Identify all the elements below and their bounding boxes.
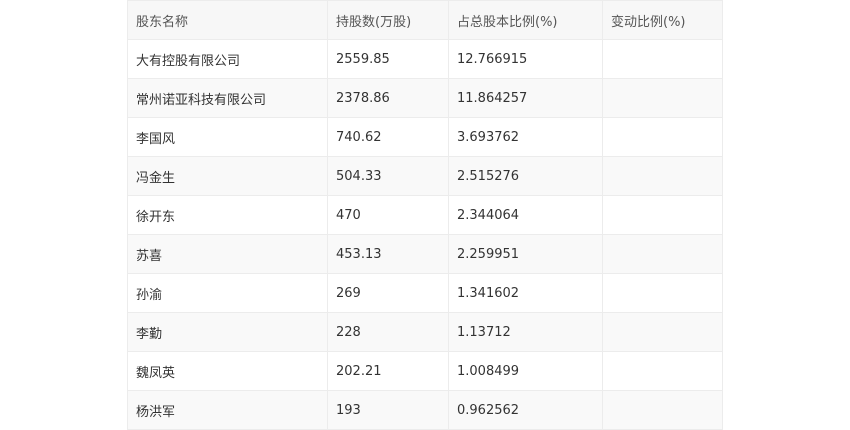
cell-shareholder-name: 李国风	[127, 117, 328, 157]
table-row: 李国风 740.62 3.693762	[127, 117, 723, 157]
cell-share-ratio: 3.693762	[448, 117, 603, 157]
cell-share-ratio: 1.341602	[448, 273, 603, 313]
table-row: 杨洪军 193 0.962562	[127, 390, 723, 430]
cell-shares-held: 2378.86	[327, 78, 449, 118]
cell-shares-held: 470	[327, 195, 449, 235]
cell-change-ratio	[602, 195, 723, 235]
cell-change-ratio	[602, 234, 723, 274]
header-shareholder-name: 股东名称	[127, 0, 328, 40]
cell-shareholder-name: 大有控股有限公司	[127, 39, 328, 79]
table-row: 魏凤英 202.21 1.008499	[127, 351, 723, 391]
cell-share-ratio: 0.962562	[448, 390, 603, 430]
cell-change-ratio	[602, 312, 723, 352]
cell-shares-held: 193	[327, 390, 449, 430]
cell-shareholder-name: 徐开东	[127, 195, 328, 235]
cell-share-ratio: 12.766915	[448, 39, 603, 79]
cell-shares-held: 202.21	[327, 351, 449, 391]
table-row: 常州诺亚科技有限公司 2378.86 11.864257	[127, 78, 723, 118]
cell-shareholder-name: 常州诺亚科技有限公司	[127, 78, 328, 118]
cell-change-ratio	[602, 351, 723, 391]
table-header-row: 股东名称 持股数(万股) 占总股本比例(%) 变动比例(%)	[127, 0, 723, 40]
cell-change-ratio	[602, 156, 723, 196]
cell-shareholder-name: 魏凤英	[127, 351, 328, 391]
table-row: 冯金生 504.33 2.515276	[127, 156, 723, 196]
cell-shares-held: 228	[327, 312, 449, 352]
cell-shareholder-name: 冯金生	[127, 156, 328, 196]
cell-shares-held: 740.62	[327, 117, 449, 157]
cell-change-ratio	[602, 390, 723, 430]
cell-share-ratio: 2.344064	[448, 195, 603, 235]
header-shares-held: 持股数(万股)	[327, 0, 449, 40]
cell-share-ratio: 2.259951	[448, 234, 603, 274]
cell-share-ratio: 2.515276	[448, 156, 603, 196]
cell-change-ratio	[602, 273, 723, 313]
cell-shares-held: 2559.85	[327, 39, 449, 79]
header-share-ratio: 占总股本比例(%)	[448, 0, 603, 40]
cell-change-ratio	[602, 117, 723, 157]
cell-shareholder-name: 李勤	[127, 312, 328, 352]
cell-shareholder-name: 苏喜	[127, 234, 328, 274]
table-row: 李勤 228 1.13712	[127, 312, 723, 352]
cell-shares-held: 269	[327, 273, 449, 313]
header-change-ratio: 变动比例(%)	[602, 0, 723, 40]
cell-shareholder-name: 杨洪军	[127, 390, 328, 430]
cell-share-ratio: 11.864257	[448, 78, 603, 118]
shareholder-table-container: 股东名称 持股数(万股) 占总股本比例(%) 变动比例(%) 大有控股有限公司 …	[127, 0, 723, 430]
cell-change-ratio	[602, 39, 723, 79]
table-row: 大有控股有限公司 2559.85 12.766915	[127, 39, 723, 79]
shareholder-table: 股东名称 持股数(万股) 占总股本比例(%) 变动比例(%) 大有控股有限公司 …	[127, 0, 723, 430]
table-row: 苏喜 453.13 2.259951	[127, 234, 723, 274]
table-row: 孙渝 269 1.341602	[127, 273, 723, 313]
cell-change-ratio	[602, 78, 723, 118]
cell-share-ratio: 1.13712	[448, 312, 603, 352]
table-row: 徐开东 470 2.344064	[127, 195, 723, 235]
cell-shares-held: 453.13	[327, 234, 449, 274]
cell-shareholder-name: 孙渝	[127, 273, 328, 313]
cell-shares-held: 504.33	[327, 156, 449, 196]
cell-share-ratio: 1.008499	[448, 351, 603, 391]
